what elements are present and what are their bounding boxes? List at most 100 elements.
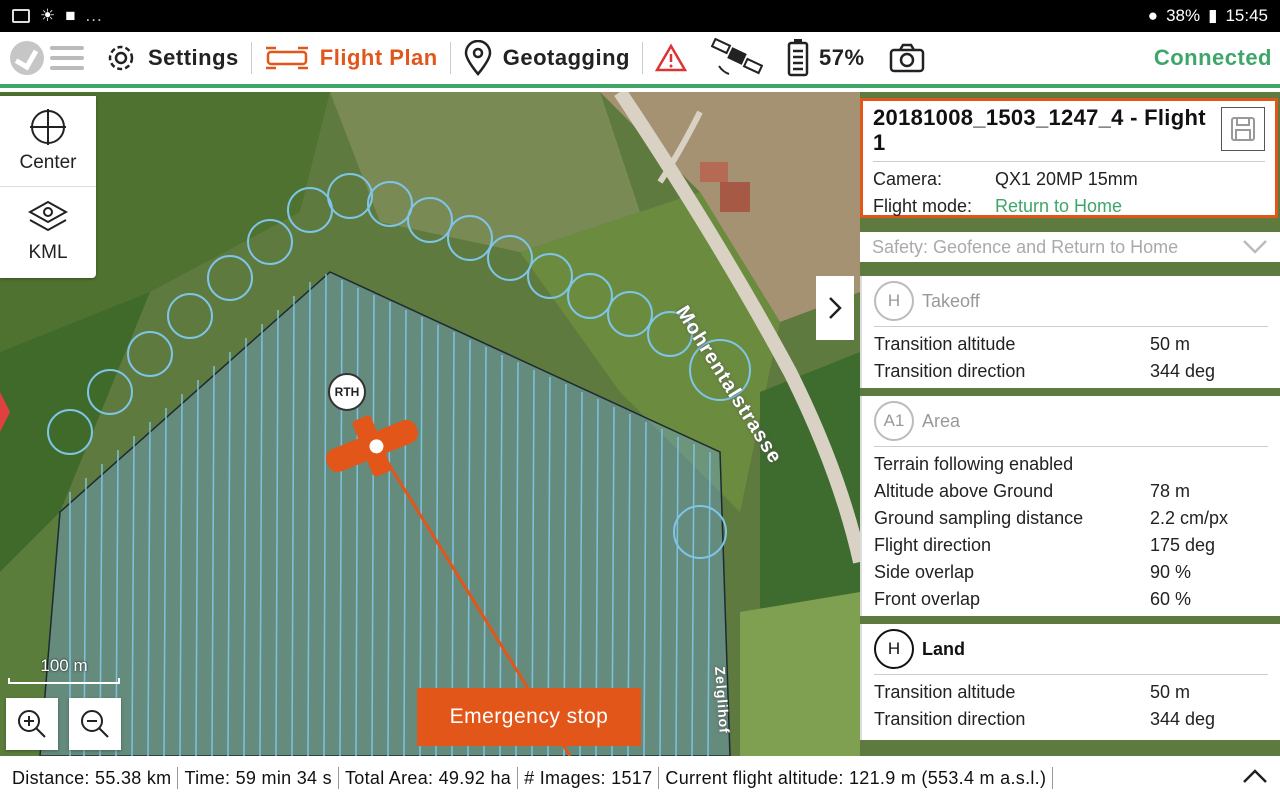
row-value: 50 m [1150,334,1191,354]
area-row-gsd: Ground sampling distance 2.2 cm/px [874,505,1268,532]
map-tool-panel: Center KML [0,96,96,278]
distance-stat: Distance: 55.38 km [12,767,172,788]
chevron-down-icon [1243,240,1267,254]
flight-plan-label: Flight Plan [319,45,438,70]
area-row-terrain: Terrain following enabled [874,451,1268,478]
area-stat: Total Area: 49.92 ha [344,767,512,788]
save-icon [1231,117,1255,141]
emergency-stop-button[interactable]: Emergency stop [417,688,641,746]
hamburger-icon [50,46,84,70]
land-row-transition-altitude: Transition altitude 50 m [874,679,1268,706]
flight-plan-tab[interactable]: Flight Plan [252,32,450,84]
kml-label: KML [28,241,68,263]
zoom-in-button[interactable] [6,698,58,750]
row-value: 344 deg [1150,709,1216,729]
battery-icon [787,39,809,77]
flight-title: 20181008_1503_1247_4 - Flight 1 [873,105,1206,155]
area-row-side-overlap: Side overlap 90 % [874,559,1268,586]
takeoff-title: Takeoff [922,290,980,311]
row-key: Terrain following enabled [874,454,1074,474]
row-key: Ground sampling distance [874,508,1084,528]
area-section[interactable]: A1 Area Terrain following enabled Altitu… [860,396,1280,616]
zoom-out-button[interactable] [69,698,121,750]
geotagging-label: Geotagging [502,45,630,70]
map-scale: 100 m [8,656,120,684]
safety-label: Safety: Geofence and Return to Home [872,236,1179,257]
takeoff-row-transition-altitude: Transition altitude 50 m [874,331,1268,358]
row-value: 344 deg [1150,361,1216,381]
row-value: 78 m [1150,481,1191,501]
row-value: 60 % [1150,589,1192,609]
area-row-altitude: Altitude above Ground 78 m [874,478,1268,505]
land-badge: H [874,629,914,669]
panel-expand-button[interactable] [816,276,854,340]
images-stat: # Images: 1517 [524,767,653,788]
chevron-right-icon [829,297,842,319]
camera-value: QX1 20MP 15mm [995,169,1138,189]
row-value: 175 deg [1150,535,1216,555]
row-key: Transition altitude [874,334,1016,354]
row-value: 90 % [1150,562,1192,582]
row-value: 50 m [1150,682,1191,702]
area-row-direction: Flight direction 175 deg [874,532,1268,559]
land-section[interactable]: H Land Transition altitude 50 m Transiti… [860,624,1280,740]
layers-icon [28,200,68,231]
center-label: Center [19,152,77,173]
camera-icon [889,43,925,73]
clock: 15:45 [1225,6,1268,25]
crosshair-icon [30,109,66,145]
more-notifications: ... [85,6,103,25]
location-icon: ● [1147,6,1159,25]
flight-summary-bar: Distance: 55.38 km Time: 59 min 34 s Tot… [0,756,1280,800]
top-app-bar: Settings Flight Plan Geotagging 57% Conn… [0,32,1280,88]
satellite-icon [710,38,763,78]
drone-battery-percent: 57% [818,45,865,70]
row-key: Front overlap [874,589,981,609]
row-key: Transition direction [874,361,1026,381]
chevron-up-icon [1243,768,1267,783]
row-key: Transition direction [874,709,1026,729]
area-badge: A1 [874,401,914,441]
takeoff-section[interactable]: H Takeoff Transition altitude 50 m Trans… [860,276,1280,388]
zoom-in-icon [18,710,46,738]
menu-button[interactable] [0,32,92,84]
connection-status: Connected [1153,45,1272,70]
geotagging-tab[interactable]: Geotagging [451,32,642,84]
area-row-front-overlap: Front overlap 60 % [874,586,1268,613]
video-icon: ■ [65,6,76,25]
land-title: Land [922,638,965,659]
drone-battery-status[interactable]: 57% [775,32,877,84]
expand-summary-button[interactable] [1242,768,1268,789]
takeoff-badge: H [874,281,914,321]
safety-dropdown[interactable]: Safety: Geofence and Return to Home [860,232,1280,262]
camera-label: Camera: [873,169,943,189]
settings-label: Settings [148,45,239,70]
gear-icon [104,41,138,75]
altitude-stat: Current flight altitude: 121.9 m (553.4 … [665,767,1047,788]
location-pin-icon [463,40,493,76]
app-logo-icon [10,41,44,75]
row-key: Transition altitude [874,682,1016,702]
settings-tab[interactable]: Settings [92,32,251,84]
flight-mode-value[interactable]: Return to Home [995,193,1122,220]
warning-icon [654,43,687,73]
center-button[interactable]: Center [0,96,96,186]
kml-button[interactable]: KML [0,186,96,276]
flight-mode-label: Flight mode: [873,196,973,216]
land-row-transition-direction: Transition direction 344 deg [874,706,1268,733]
warning-button[interactable] [643,32,699,84]
row-key: Side overlap [874,562,975,582]
camera-row: Camera: QX1 20MP 15mm [873,166,1265,193]
return-to-home-marker[interactable]: RTH [328,373,366,411]
battery-percent: 38% [1166,6,1201,25]
drone-icon [264,44,310,72]
row-key: Altitude above Ground [874,481,1054,501]
camera-button[interactable] [877,32,937,84]
battery-icon: ▮ [1208,6,1218,25]
scale-label: 100 m [40,656,88,675]
android-status-bar: ☀ ■ ... ● 38% ▮ 15:45 [0,0,1280,32]
time-stat: Time: 59 min 34 s [184,767,332,788]
row-value: 2.2 cm/px [1150,508,1229,528]
save-button[interactable] [1221,107,1265,151]
gps-status[interactable] [699,32,775,84]
